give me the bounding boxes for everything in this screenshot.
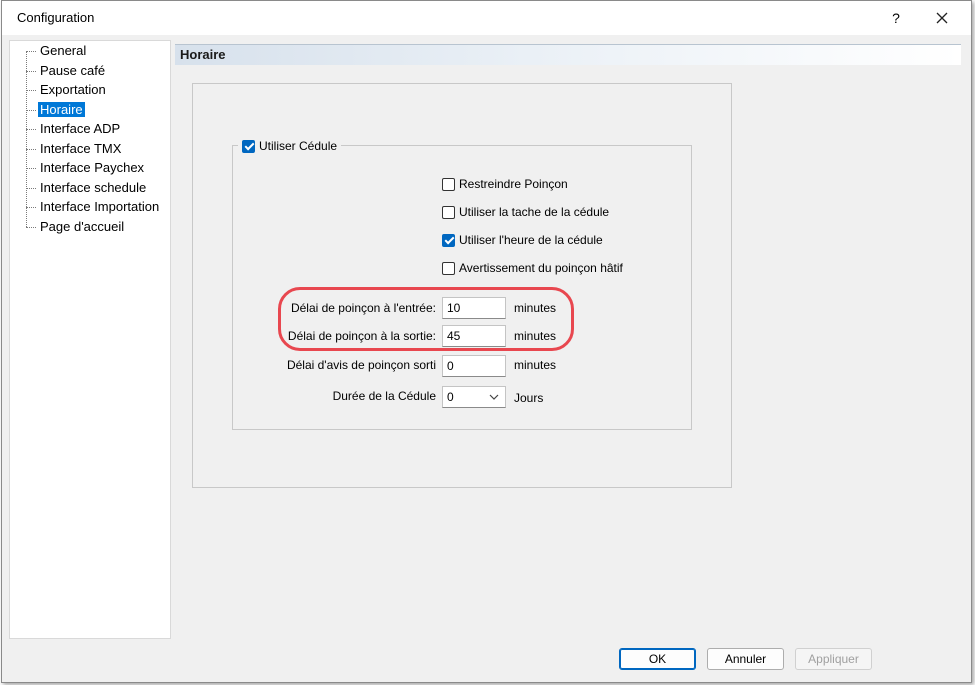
schedule-duration-unit: Jours [514, 391, 544, 405]
cancel-button[interactable]: Annuler [707, 648, 784, 670]
tree-item-interface-schedule[interactable]: Interface schedule [10, 179, 148, 197]
tree-item-label: Pause café [40, 62, 106, 78]
restrict-punch-checkbox[interactable]: Restreindre Poinçon [442, 176, 568, 192]
tree-item-pause-cafe[interactable]: Pause café [10, 62, 107, 80]
exit-notice-delay-label: Délai d'avis de poinçon sorti [286, 358, 436, 372]
tree-item-interface-paychex[interactable]: Interface Paychex [10, 159, 146, 177]
apply-button[interactable]: Appliquer [795, 648, 872, 670]
use-schedule-time-checkbox[interactable]: Utiliser l'heure de la cédule [442, 232, 603, 248]
use-schedule-task-checkbox[interactable]: Utiliser la tache de la cédule [442, 204, 609, 220]
use-schedule-checkbox[interactable]: Utiliser Cédule [238, 137, 342, 155]
tree-item-label: Horaire [38, 101, 85, 117]
tree-item-interface-adp[interactable]: Interface ADP [10, 120, 122, 138]
close-icon [936, 12, 948, 24]
exit-delay-unit: minutes [514, 329, 557, 343]
tree-item-interface-tmx[interactable]: Interface TMX [10, 140, 123, 158]
checkbox-unchecked [442, 205, 455, 219]
entry-delay-label: Délai de poinçon à l'entrée: [290, 301, 436, 315]
use-schedule-time-label: Utiliser l'heure de la cédule [459, 233, 603, 247]
chevron-down-icon [489, 394, 499, 400]
exit-delay-label: Délai de poinçon à la sortie: [287, 329, 436, 343]
schedule-duration-label: Durée de la Cédule [332, 389, 436, 403]
early-punch-warning-checkbox[interactable]: Avertissement du poinçon hâtif [442, 260, 623, 276]
tree-item-label: Interface Paychex [40, 160, 145, 175]
help-button[interactable]: ? [881, 6, 911, 30]
checkbox-unchecked [442, 261, 455, 275]
close-button[interactable] [927, 6, 957, 30]
tree-item-general[interactable]: General [10, 42, 88, 60]
ok-button[interactable]: OK [619, 648, 696, 670]
tree-item-label: Page d'accueil [40, 218, 125, 234]
tree-item-label: General [40, 43, 87, 58]
use-schedule-label: Utiliser Cédule [259, 139, 338, 153]
checkbox-checked [442, 233, 455, 247]
tree-item-interface-importation[interactable]: Interface Importation [10, 198, 161, 216]
checkbox-unchecked [442, 177, 455, 191]
exit-notice-delay-input[interactable]: 0 [442, 355, 506, 377]
window-title: Configuration [17, 10, 95, 25]
category-tree: General Pause café Exportation Horaire I… [9, 40, 171, 639]
schedule-duration-value: 0 [447, 390, 454, 404]
panel-title: Horaire [180, 47, 226, 62]
checkbox-checked [242, 139, 255, 153]
tree-item-horaire[interactable]: Horaire [10, 101, 85, 119]
tree-item-label: Exportation [40, 82, 106, 97]
use-schedule-task-label: Utiliser la tache de la cédule [459, 205, 610, 219]
tree-item-label: Interface schedule [40, 179, 147, 195]
entry-delay-unit: minutes [514, 301, 557, 315]
entry-delay-input[interactable]: 10 [442, 297, 506, 319]
tree-item-label: Interface ADP [40, 121, 121, 136]
tree-item-label: Interface TMX [40, 140, 122, 156]
title-bar: Configuration ? [2, 1, 971, 35]
early-punch-warning-label: Avertissement du poinçon hâtif [459, 261, 623, 275]
panel-header: Horaire [175, 44, 961, 65]
restrict-punch-label: Restreindre Poinçon [459, 177, 568, 191]
tree-item-page-accueil[interactable]: Page d'accueil [10, 218, 126, 236]
exit-notice-delay-unit: minutes [514, 358, 557, 372]
tree-item-label: Interface Importation [40, 199, 160, 214]
schedule-duration-select[interactable]: 0 [442, 386, 506, 408]
exit-delay-input[interactable]: 45 [442, 325, 506, 347]
tree-item-exportation[interactable]: Exportation [10, 81, 108, 99]
